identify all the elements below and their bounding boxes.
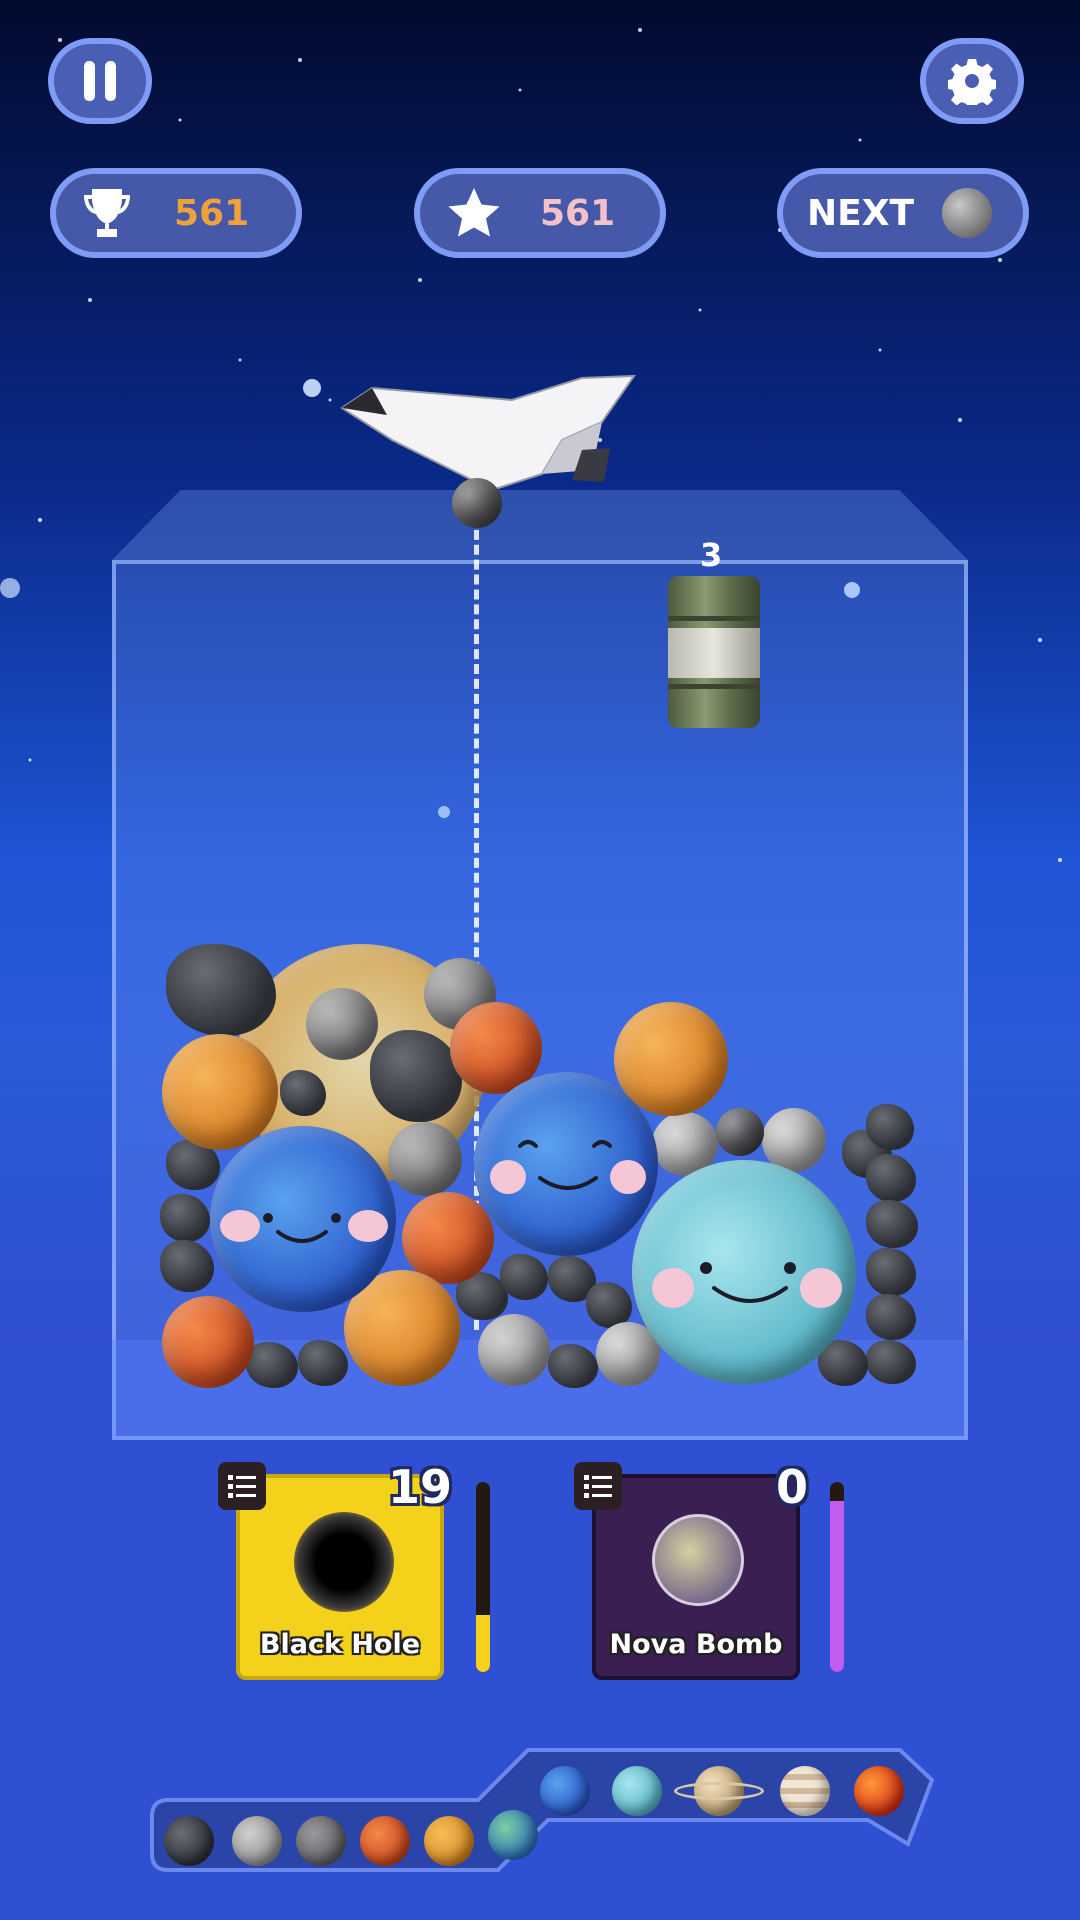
black-hole-label: Black Hole xyxy=(259,1629,421,1660)
track-mercury xyxy=(296,1816,346,1866)
nova-bomb-card[interactable]: 0 Nova Bomb xyxy=(574,1460,808,1680)
nova-bomb-meter-fill xyxy=(830,1501,844,1672)
track-jupiter xyxy=(780,1766,830,1816)
track-moon xyxy=(232,1816,282,1866)
nova-bomb-label: Nova Bomb xyxy=(609,1629,783,1660)
track-mars xyxy=(360,1816,410,1866)
track-earth xyxy=(488,1810,538,1860)
saturn-ring xyxy=(674,1782,764,1800)
nova-bomb-meter xyxy=(830,1482,844,1672)
track-uranus xyxy=(612,1766,662,1816)
black-hole-meter xyxy=(476,1482,490,1672)
planet-faces xyxy=(263,1140,796,1303)
track-venus xyxy=(424,1816,474,1866)
track-sun xyxy=(854,1766,904,1816)
track-neptune xyxy=(540,1766,590,1816)
black-hole-meter-fill xyxy=(476,1615,490,1672)
list-icon[interactable] xyxy=(218,1462,266,1510)
black-hole-icon xyxy=(294,1512,394,1612)
list-icon[interactable] xyxy=(574,1462,622,1510)
track-asteroid xyxy=(164,1816,214,1866)
nova-bomb-count: 0 xyxy=(775,1460,808,1514)
black-hole-count: 19 xyxy=(387,1460,452,1514)
black-hole-card[interactable]: 19 Black Hole xyxy=(218,1460,452,1680)
nova-bomb-icon xyxy=(652,1514,744,1606)
